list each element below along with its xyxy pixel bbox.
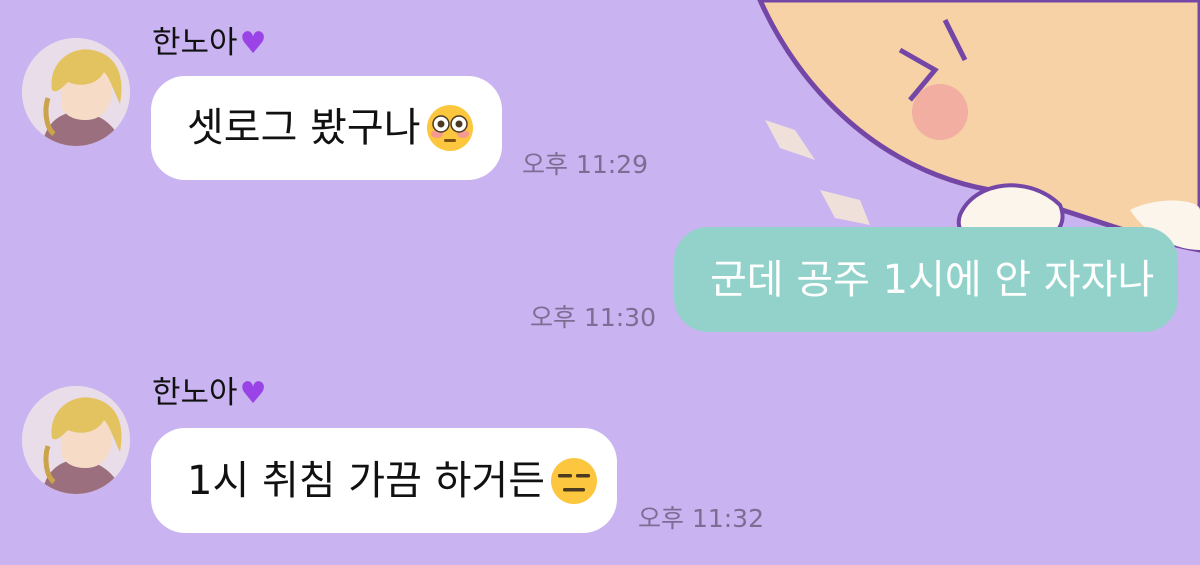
purple-heart-icon: ♥	[239, 26, 267, 61]
message-text: 1시 취침 가끔 하거든	[187, 457, 545, 504]
sender-avatar[interactable]	[22, 386, 130, 494]
purple-heart-icon: ♥	[239, 376, 267, 411]
message-timestamp: 오후 11:29	[522, 150, 648, 179]
message-timestamp: 오후 11:30	[530, 303, 656, 332]
message-bubble-incoming[interactable]: 셋로그 봤구나	[151, 76, 502, 180]
message-text: 셋로그 봤구나	[187, 105, 421, 151]
sender-name: 한노아♥	[152, 375, 267, 411]
sender-name: 한노아♥	[152, 25, 267, 61]
message-text: 군데 공주 1시에 안 자자나	[710, 256, 1155, 303]
flushed-face-icon	[425, 103, 475, 153]
message-bubble-incoming[interactable]: 1시 취침 가끔 하거든	[151, 428, 617, 533]
message-timestamp: 오후 11:32	[638, 504, 764, 533]
sender-avatar[interactable]	[22, 38, 130, 146]
expressionless-face-icon	[549, 456, 599, 506]
message-bubble-outgoing[interactable]: 군데 공주 1시에 안 자자나	[674, 227, 1178, 332]
